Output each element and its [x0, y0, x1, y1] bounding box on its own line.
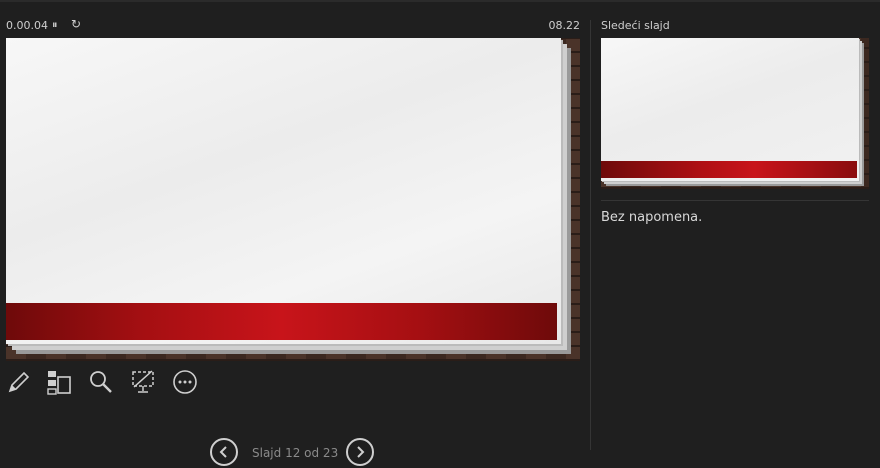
slide-counter: Slajd 12 od 23 [252, 446, 339, 460]
zoom-icon[interactable] [88, 369, 114, 395]
notes-divider [601, 200, 869, 201]
current-slide-preview[interactable] [6, 38, 580, 361]
more-options-icon[interactable] [172, 369, 198, 395]
see-all-slides-icon[interactable] [46, 369, 72, 395]
next-slide-red-band [601, 161, 857, 178]
panel-divider[interactable] [590, 20, 591, 450]
restart-timer-icon[interactable]: ↻ [71, 17, 81, 31]
timer-bar: 0.00.04 ⏸ ↻ 08.22 [6, 17, 580, 35]
top-border [0, 0, 880, 2]
black-screen-icon[interactable] [130, 369, 156, 395]
next-slide-button[interactable] [346, 438, 374, 466]
chevron-right-icon [357, 446, 365, 458]
next-slide-preview[interactable] [601, 38, 869, 189]
pen-icon[interactable] [6, 369, 32, 395]
slide-red-band [6, 303, 557, 340]
slide-paper [6, 38, 561, 344]
previous-slide-button[interactable] [210, 438, 238, 466]
chevron-left-icon [219, 446, 227, 458]
current-clock: 08.22 [548, 19, 581, 32]
next-slide-label: Sledeći slajd [601, 19, 670, 32]
speaker-notes[interactable]: Bez napomena. [601, 210, 702, 225]
pause-timer-icon[interactable]: ⏸ [52, 18, 58, 32]
next-slide-paper [601, 38, 859, 181]
elapsed-time: 0.00.04 [6, 19, 48, 32]
